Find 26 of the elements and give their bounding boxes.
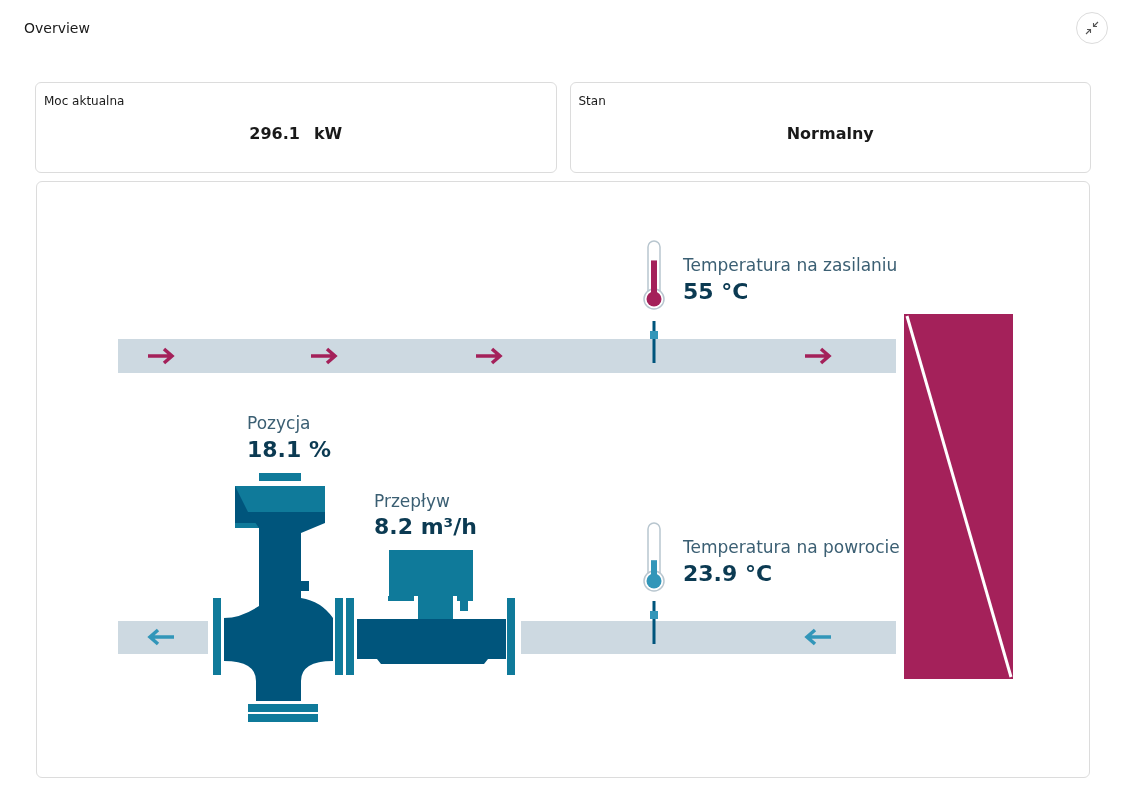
measurement-label: Temperatura na powrocie bbox=[683, 537, 900, 557]
measurement-label: Temperatura na zasilaniu bbox=[683, 255, 898, 275]
card-value: Normalny bbox=[786, 124, 874, 143]
arrow-left-icon bbox=[147, 628, 176, 646]
measurement-label: Przepływ bbox=[374, 491, 450, 511]
card-label: Stan bbox=[578, 94, 607, 108]
card-label: Moc aktualna bbox=[44, 94, 126, 108]
collapse-button[interactable] bbox=[1076, 12, 1108, 44]
arrow-right-icon bbox=[309, 347, 338, 365]
arrow-right-icon bbox=[803, 347, 832, 365]
thermometer-icon bbox=[643, 240, 665, 310]
measurement-value: 55 °C bbox=[683, 279, 749, 304]
measurement-label: Pozycja bbox=[247, 413, 311, 433]
thermometer-icon bbox=[643, 522, 665, 592]
arrow-right-icon bbox=[146, 347, 175, 365]
card-unit: kW bbox=[313, 124, 343, 143]
card-value: 296.1 bbox=[249, 124, 300, 143]
page-title: Overview bbox=[24, 20, 90, 36]
arrow-left-icon bbox=[804, 628, 833, 646]
measurement-value: 8.2 m³/h bbox=[374, 514, 477, 539]
sensor-probe-icon bbox=[650, 601, 658, 644]
measurement-value: 23.9 °C bbox=[683, 561, 773, 586]
sensor-probe-icon bbox=[650, 321, 658, 363]
arrow-right-icon bbox=[474, 347, 503, 365]
collapse-icon bbox=[1085, 21, 1099, 35]
measurement-value: 18.1 % bbox=[247, 437, 331, 462]
